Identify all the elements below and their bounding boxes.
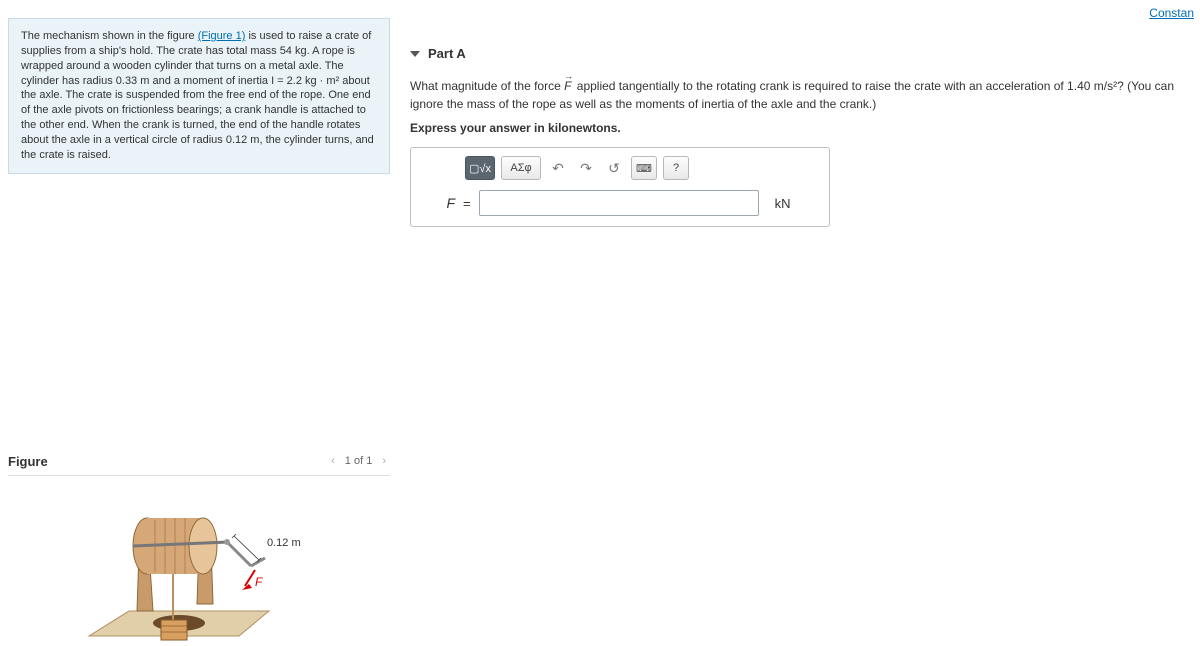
equals-sign: = bbox=[463, 196, 471, 211]
problem-text-before: The mechanism shown in the figure bbox=[21, 30, 198, 42]
answer-box: ▢√x ΑΣφ ↶ ↷ ↺ ⌨ ? F = kN bbox=[410, 147, 830, 227]
left-column: The mechanism shown in the figure (Figur… bbox=[8, 18, 390, 635]
help-button[interactable]: ? bbox=[663, 156, 689, 180]
answer-row: F = kN bbox=[421, 190, 819, 216]
figure-nav: ‹ 1 of 1 › bbox=[327, 455, 390, 467]
reset-button[interactable]: ↺ bbox=[603, 156, 625, 180]
figure-nav-label: 1 of 1 bbox=[345, 455, 373, 467]
keyboard-button[interactable]: ⌨ bbox=[631, 156, 657, 180]
part-header[interactable]: Part A bbox=[410, 46, 1190, 61]
problem-statement: The mechanism shown in the figure (Figur… bbox=[8, 18, 390, 174]
question-text: What magnitude of the force F applied ta… bbox=[410, 77, 1190, 113]
figure-link[interactable]: (Figure 1) bbox=[198, 30, 246, 42]
figure-next-button[interactable]: › bbox=[378, 455, 390, 467]
force-vector-symbol: F bbox=[564, 79, 573, 93]
answer-instruction: Express your answer in kilonewtons. bbox=[410, 121, 1190, 135]
redo-button[interactable]: ↷ bbox=[575, 156, 597, 180]
force-label: F bbox=[255, 575, 263, 589]
mechanism-diagram: 0.12 m F bbox=[69, 496, 329, 646]
constants-link[interactable]: Constan bbox=[1149, 6, 1194, 20]
right-column: Part A What magnitude of the force F app… bbox=[410, 46, 1190, 227]
question-before: What magnitude of the force bbox=[410, 79, 564, 93]
undo-button[interactable]: ↶ bbox=[547, 156, 569, 180]
answer-variable: F bbox=[421, 195, 455, 211]
templates-button[interactable]: ▢√x bbox=[465, 156, 495, 180]
crank-radius-label: 0.12 m bbox=[267, 537, 301, 549]
answer-unit: kN bbox=[775, 196, 791, 211]
symbols-button[interactable]: ΑΣφ bbox=[501, 156, 541, 180]
answer-toolbar: ▢√x ΑΣφ ↶ ↷ ↺ ⌨ ? bbox=[465, 156, 819, 180]
figure-title: Figure bbox=[8, 454, 48, 469]
figure-canvas: 0.12 m F bbox=[8, 475, 390, 635]
figure-section: Figure ‹ 1 of 1 › bbox=[8, 454, 390, 635]
problem-text-after: is used to raise a crate of supplies fro… bbox=[21, 30, 374, 161]
chevron-down-icon[interactable] bbox=[410, 51, 420, 57]
answer-input[interactable] bbox=[479, 190, 759, 216]
figure-prev-button[interactable]: ‹ bbox=[327, 455, 339, 467]
part-title: Part A bbox=[428, 46, 466, 61]
